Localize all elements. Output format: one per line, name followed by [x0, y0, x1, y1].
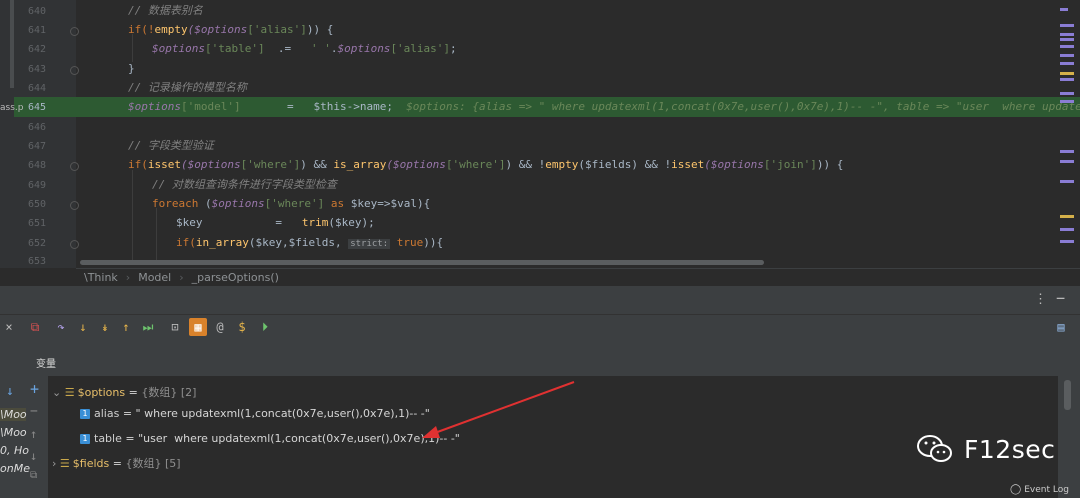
watermark-text: F12sec: [964, 434, 1056, 464]
annotation-arrow: [422, 381, 575, 438]
event-log-button[interactable]: ◯ Event Log: [1010, 484, 1069, 495]
event-log-icon: ◯: [1010, 484, 1022, 495]
wechat-logo-icon: [917, 435, 952, 462]
event-log-label: Event Log: [1024, 484, 1069, 495]
watermark: F12sec: [916, 433, 1055, 465]
